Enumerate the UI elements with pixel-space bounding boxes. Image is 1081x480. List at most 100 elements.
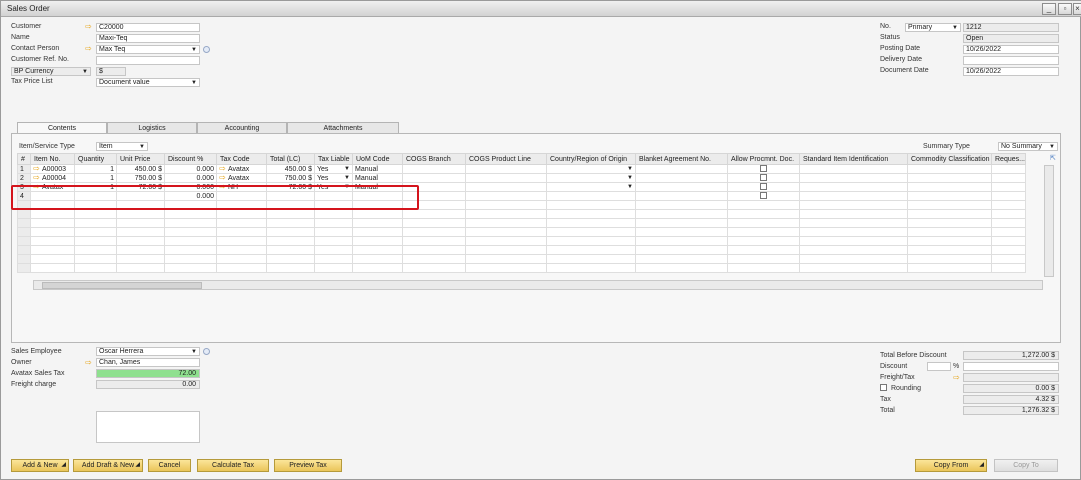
add-draft-new-button[interactable]: Add Draft & New ◢ bbox=[73, 459, 143, 472]
maximize-icon[interactable]: ▫ bbox=[1058, 3, 1072, 15]
table-row[interactable]: 1 ⇨ A00003 1 450.00 $0.000 ⇨ Avatax 450.00 $ Y… bbox=[17, 164, 1026, 174]
table-cell[interactable] bbox=[907, 227, 992, 237]
table-cell[interactable] bbox=[465, 236, 547, 246]
table-cell[interactable] bbox=[907, 182, 992, 192]
table-cell[interactable] bbox=[402, 227, 466, 237]
table-cell[interactable] bbox=[799, 254, 908, 264]
name-field[interactable]: Maxi-Teq bbox=[96, 34, 200, 43]
col-header[interactable]: Tax Liable bbox=[314, 153, 353, 165]
table-cell[interactable] bbox=[216, 218, 267, 228]
table-cell[interactable] bbox=[74, 209, 117, 219]
table-cell[interactable] bbox=[799, 200, 908, 210]
chevron-down-icon[interactable]: ◢ bbox=[61, 460, 66, 471]
table-cell[interactable] bbox=[402, 218, 466, 228]
table-cell[interactable] bbox=[352, 209, 403, 219]
table-cell[interactable] bbox=[546, 245, 636, 255]
discount-percent-field[interactable] bbox=[927, 362, 951, 371]
table-cell[interactable] bbox=[991, 218, 1026, 228]
table-cell[interactable] bbox=[164, 245, 217, 255]
table-cell[interactable] bbox=[991, 200, 1026, 210]
table-row[interactable] bbox=[17, 209, 1026, 219]
table-cell[interactable] bbox=[727, 209, 800, 219]
table-cell[interactable] bbox=[402, 236, 466, 246]
table-cell[interactable] bbox=[164, 209, 217, 219]
table-cell[interactable] bbox=[164, 263, 217, 273]
posting-date-field[interactable]: 10/26/2022 bbox=[963, 45, 1059, 54]
table-cell[interactable] bbox=[17, 236, 31, 246]
table-cell[interactable] bbox=[314, 245, 353, 255]
table-row[interactable] bbox=[17, 227, 1026, 237]
table-cell[interactable]: 1 bbox=[17, 164, 31, 174]
table-cell[interactable] bbox=[74, 227, 117, 237]
table-cell[interactable] bbox=[314, 218, 353, 228]
table-cell[interactable] bbox=[635, 227, 728, 237]
table-cell[interactable] bbox=[799, 191, 908, 201]
table-cell[interactable] bbox=[116, 209, 165, 219]
table-cell[interactable] bbox=[17, 245, 31, 255]
table-cell[interactable] bbox=[17, 263, 31, 273]
table-cell[interactable] bbox=[402, 164, 466, 174]
table-cell[interactable] bbox=[635, 209, 728, 219]
chevron-down-icon[interactable]: ▼ bbox=[627, 175, 633, 181]
table-cell[interactable] bbox=[352, 236, 403, 246]
table-cell[interactable] bbox=[164, 218, 217, 228]
table-cell[interactable] bbox=[164, 254, 217, 264]
table-cell[interactable] bbox=[74, 263, 117, 273]
table-cell[interactable] bbox=[799, 209, 908, 219]
table-cell[interactable] bbox=[116, 218, 165, 228]
table-cell[interactable] bbox=[907, 191, 992, 201]
col-header[interactable]: Unit Price bbox=[116, 153, 165, 165]
table-cell[interactable] bbox=[546, 263, 636, 273]
col-header[interactable]: Allow Procmnt. Doc. bbox=[727, 153, 800, 165]
chevron-down-icon[interactable]: ▼ bbox=[139, 143, 145, 150]
table-cell[interactable]: Manual bbox=[352, 173, 403, 183]
chevron-down-icon[interactable]: ▼ bbox=[191, 79, 197, 86]
table-cell[interactable]: 0.000 bbox=[164, 164, 217, 174]
table-cell[interactable] bbox=[17, 254, 31, 264]
chevron-down-icon[interactable]: ◢ bbox=[979, 460, 984, 471]
table-cell[interactable] bbox=[352, 254, 403, 264]
table-cell[interactable] bbox=[991, 164, 1026, 174]
table-cell[interactable] bbox=[991, 245, 1026, 255]
table-cell[interactable] bbox=[116, 263, 165, 273]
table-cell[interactable] bbox=[799, 236, 908, 246]
table-cell[interactable] bbox=[991, 227, 1026, 237]
customer-field[interactable]: C20000 bbox=[96, 23, 200, 32]
table-cell[interactable] bbox=[799, 173, 908, 183]
link-arrow-icon[interactable]: ⇨ bbox=[85, 23, 92, 31]
table-cell[interactable] bbox=[164, 227, 217, 237]
table-cell[interactable] bbox=[635, 164, 728, 174]
col-header[interactable]: Blanket Agreement No. bbox=[635, 153, 728, 165]
link-arrow-icon[interactable]: ⇨ bbox=[219, 175, 228, 182]
table-cell[interactable] bbox=[216, 263, 267, 273]
link-arrow-icon[interactable]: ⇨ bbox=[953, 374, 960, 382]
allow-procurement-checkbox[interactable] bbox=[760, 174, 767, 182]
table-cell[interactable] bbox=[546, 254, 636, 264]
table-cell[interactable] bbox=[635, 182, 728, 192]
table-cell[interactable] bbox=[74, 254, 117, 264]
table-cell[interactable] bbox=[799, 227, 908, 237]
table-cell[interactable]: ▼ bbox=[546, 182, 636, 192]
allow-procurement-checkbox[interactable] bbox=[760, 192, 767, 200]
table-cell[interactable] bbox=[465, 227, 547, 237]
table-cell[interactable] bbox=[266, 263, 315, 273]
col-header[interactable]: Commodity Classification bbox=[907, 153, 992, 165]
table-cell[interactable] bbox=[727, 263, 800, 273]
minimize-icon[interactable]: _ bbox=[1042, 3, 1056, 15]
table-cell[interactable] bbox=[546, 200, 636, 210]
table-cell[interactable] bbox=[266, 227, 315, 237]
table-cell[interactable]: 2 bbox=[17, 173, 31, 183]
table-cell[interactable] bbox=[266, 218, 315, 228]
col-header[interactable]: Discount % bbox=[164, 153, 217, 165]
table-cell[interactable]: ⇨ Avatax bbox=[216, 173, 267, 183]
table-cell[interactable] bbox=[216, 209, 267, 219]
table-cell[interactable] bbox=[30, 254, 75, 264]
table-cell[interactable] bbox=[907, 209, 992, 219]
table-cell[interactable] bbox=[116, 227, 165, 237]
table-cell[interactable] bbox=[465, 173, 547, 183]
table-cell[interactable] bbox=[799, 164, 908, 174]
table-cell[interactable] bbox=[314, 227, 353, 237]
table-cell[interactable] bbox=[30, 245, 75, 255]
table-cell[interactable] bbox=[465, 209, 547, 219]
currency-type-select[interactable]: BP Currency ▼ bbox=[11, 67, 91, 76]
